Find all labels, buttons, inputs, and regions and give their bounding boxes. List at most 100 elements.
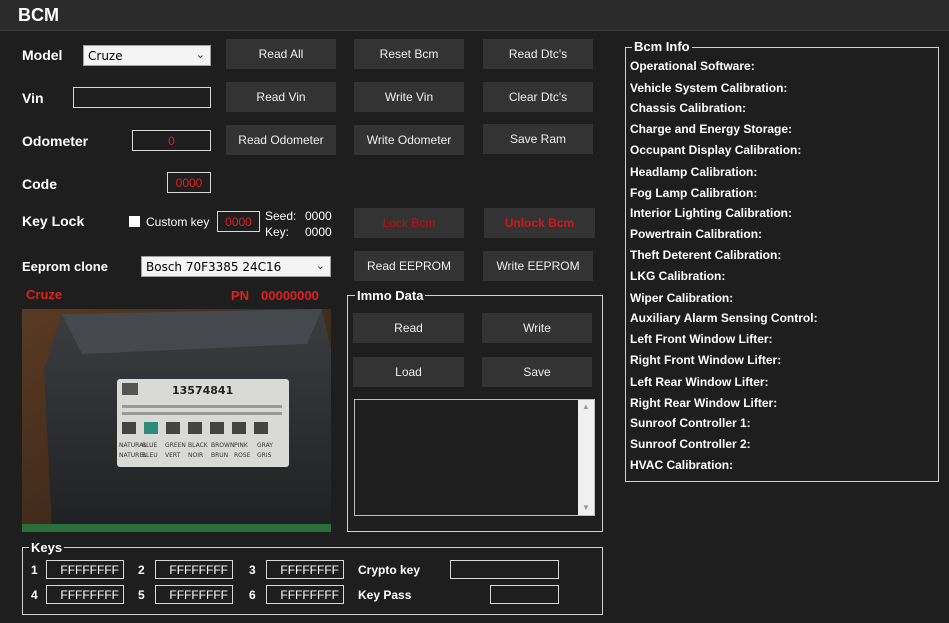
- bcm-info-item: Headlamp Calibration:: [630, 165, 758, 179]
- chevron-down-icon: ⌄: [195, 48, 205, 61]
- bcm-info-item: Right Front Window Lifter:: [630, 353, 782, 367]
- key-5-input[interactable]: FFFFFFFF: [155, 585, 233, 604]
- photo-color-label: BLEU: [142, 452, 158, 459]
- code-label: Code: [22, 176, 57, 192]
- bcm-info-item: Wiper Calibration:: [630, 291, 734, 305]
- bcm-info-item: Left Front Window Lifter:: [630, 332, 773, 346]
- photo-color-label: BLUE: [142, 442, 158, 449]
- bcm-info-item: Chassis Calibration:: [630, 101, 747, 115]
- custom-key-label: Custom key: [146, 215, 210, 229]
- read-odometer-button[interactable]: Read Odometer: [226, 125, 336, 155]
- key-value: 0000: [305, 225, 332, 239]
- bcm-info-item: LKG Calibration:: [630, 269, 726, 283]
- custom-key-input[interactable]: 0000: [217, 211, 260, 232]
- seed-value: 0000: [305, 209, 332, 223]
- key-pass-label: Key Pass: [358, 588, 412, 602]
- immo-load-button[interactable]: Load: [353, 357, 464, 387]
- photo-color-label: BROWN: [211, 442, 234, 449]
- bcm-info-item: Occupant Display Calibration:: [630, 143, 802, 157]
- keylock-label: Key Lock: [22, 213, 85, 229]
- key-3-label: 3: [249, 563, 256, 577]
- odometer-label: Odometer: [22, 133, 89, 149]
- read-vin-button[interactable]: Read Vin: [226, 82, 336, 112]
- eeprom-selected-value: Bosch 70F3385 24C16: [146, 259, 282, 274]
- bcm-info-item: Charge and Energy Storage:: [630, 122, 793, 136]
- window-title: BCM: [18, 5, 59, 25]
- photo-color-label: ROSE: [234, 452, 251, 459]
- bcm-info-item: Right Rear Window Lifter:: [630, 396, 778, 410]
- bcm-info-item: Interior Lighting Calibration:: [630, 206, 792, 220]
- key-4-input[interactable]: FFFFFFFF: [46, 585, 124, 604]
- odometer-input[interactable]: 0: [132, 130, 211, 151]
- write-vin-button[interactable]: Write Vin: [354, 82, 464, 112]
- code-input[interactable]: 0000: [167, 172, 211, 193]
- photo-part-number: 13574841: [172, 384, 233, 397]
- key-6-label: 6: [249, 588, 256, 602]
- key-2-input[interactable]: FFFFFFFF: [155, 560, 233, 579]
- lock-bcm-button[interactable]: Lock Bcm: [354, 208, 464, 238]
- vin-label: Vin: [22, 90, 44, 106]
- photo-color-label: NOIR: [188, 452, 203, 459]
- bcm-info-item: Vehicle System Calibration:: [630, 81, 788, 95]
- bcm-info-item: Left Rear Window Lifter:: [630, 375, 769, 389]
- bcm-info-item: Sunroof Controller 2:: [630, 437, 751, 451]
- pn-value: 00000000: [261, 288, 319, 303]
- custom-key-checkbox[interactable]: [129, 216, 140, 227]
- bcm-info-item: Auxiliary Alarm Sensing Control:: [630, 311, 818, 325]
- key-2-label: 2: [138, 563, 145, 577]
- photo-color-label: VERT: [165, 452, 181, 459]
- keys-group: [22, 547, 603, 615]
- key-6-input[interactable]: FFFFFFFF: [266, 585, 344, 604]
- eeprom-label: Eeprom clone: [22, 259, 108, 274]
- key-5-label: 5: [138, 588, 145, 602]
- chevron-down-icon: ⌄: [315, 259, 325, 272]
- reset-bcm-button[interactable]: Reset Bcm: [354, 39, 464, 69]
- key-pass-input[interactable]: [490, 585, 559, 604]
- unlock-bcm-button[interactable]: Unlock Bcm: [484, 208, 595, 238]
- immo-textarea-scrollbar[interactable]: ▲ ▼: [578, 400, 594, 515]
- scroll-down-icon[interactable]: ▼: [582, 503, 590, 512]
- key-1-input[interactable]: FFFFFFFF: [46, 560, 124, 579]
- title-bar: [0, 0, 949, 31]
- immo-write-button[interactable]: Write: [482, 313, 592, 343]
- eeprom-select[interactable]: Bosch 70F3385 24C16 ⌄: [141, 256, 331, 277]
- write-eeprom-button[interactable]: Write EEPROM: [483, 251, 593, 281]
- write-odometer-button[interactable]: Write Odometer: [354, 125, 464, 155]
- vin-input[interactable]: [73, 87, 211, 108]
- save-ram-button[interactable]: Save Ram: [483, 124, 593, 154]
- bcm-info-title: Bcm Info: [632, 39, 692, 54]
- key-label: Key:: [265, 225, 290, 239]
- module-photo: 13574841 NATURAL BLUE GREEN BLACK BROWN PINK G…: [22, 309, 331, 532]
- key-3-input[interactable]: FFFFFFFF: [266, 560, 344, 579]
- bcm-info-item: HVAC Calibration:: [630, 458, 734, 472]
- key-1-label: 1: [31, 563, 38, 577]
- module-name: Cruze: [26, 287, 63, 302]
- crypto-key-input[interactable]: [450, 560, 559, 579]
- photo-color-label: BRUN: [211, 452, 228, 459]
- bcm-info-item: Fog Lamp Calibration:: [630, 186, 758, 200]
- photo-color-label: BLACK: [188, 442, 209, 449]
- model-selected-value: Cruze: [88, 48, 123, 63]
- read-all-button[interactable]: Read All: [226, 39, 336, 69]
- read-eeprom-button[interactable]: Read EEPROM: [354, 251, 464, 281]
- key-4-label: 4: [31, 588, 38, 602]
- bcm-info-item: Operational Software:: [630, 59, 755, 73]
- read-dtcs-button[interactable]: Read Dtc's: [483, 39, 593, 69]
- bcm-info-item: Sunroof Controller 1:: [630, 416, 751, 430]
- immo-read-button[interactable]: Read: [353, 313, 464, 343]
- scroll-up-icon[interactable]: ▲: [582, 402, 590, 411]
- clear-dtcs-button[interactable]: Clear Dtc's: [483, 82, 593, 112]
- immo-save-button[interactable]: Save: [482, 357, 592, 387]
- model-select[interactable]: Cruze ⌄: [83, 45, 211, 66]
- keys-title: Keys: [29, 540, 65, 555]
- photo-color-label: GREEN: [165, 442, 186, 449]
- photo-color-label: GRIS: [257, 452, 272, 459]
- pn-label: PN: [231, 288, 250, 303]
- crypto-key-label: Crypto key: [358, 563, 421, 577]
- photo-color-label: PINK: [234, 442, 249, 449]
- model-label: Model: [22, 47, 63, 63]
- immo-data-textarea[interactable]: ▲ ▼: [354, 399, 595, 516]
- seed-label: Seed:: [265, 209, 297, 223]
- immo-data-title: Immo Data: [355, 288, 426, 303]
- bcm-info-item: Powertrain Calibration:: [630, 227, 763, 241]
